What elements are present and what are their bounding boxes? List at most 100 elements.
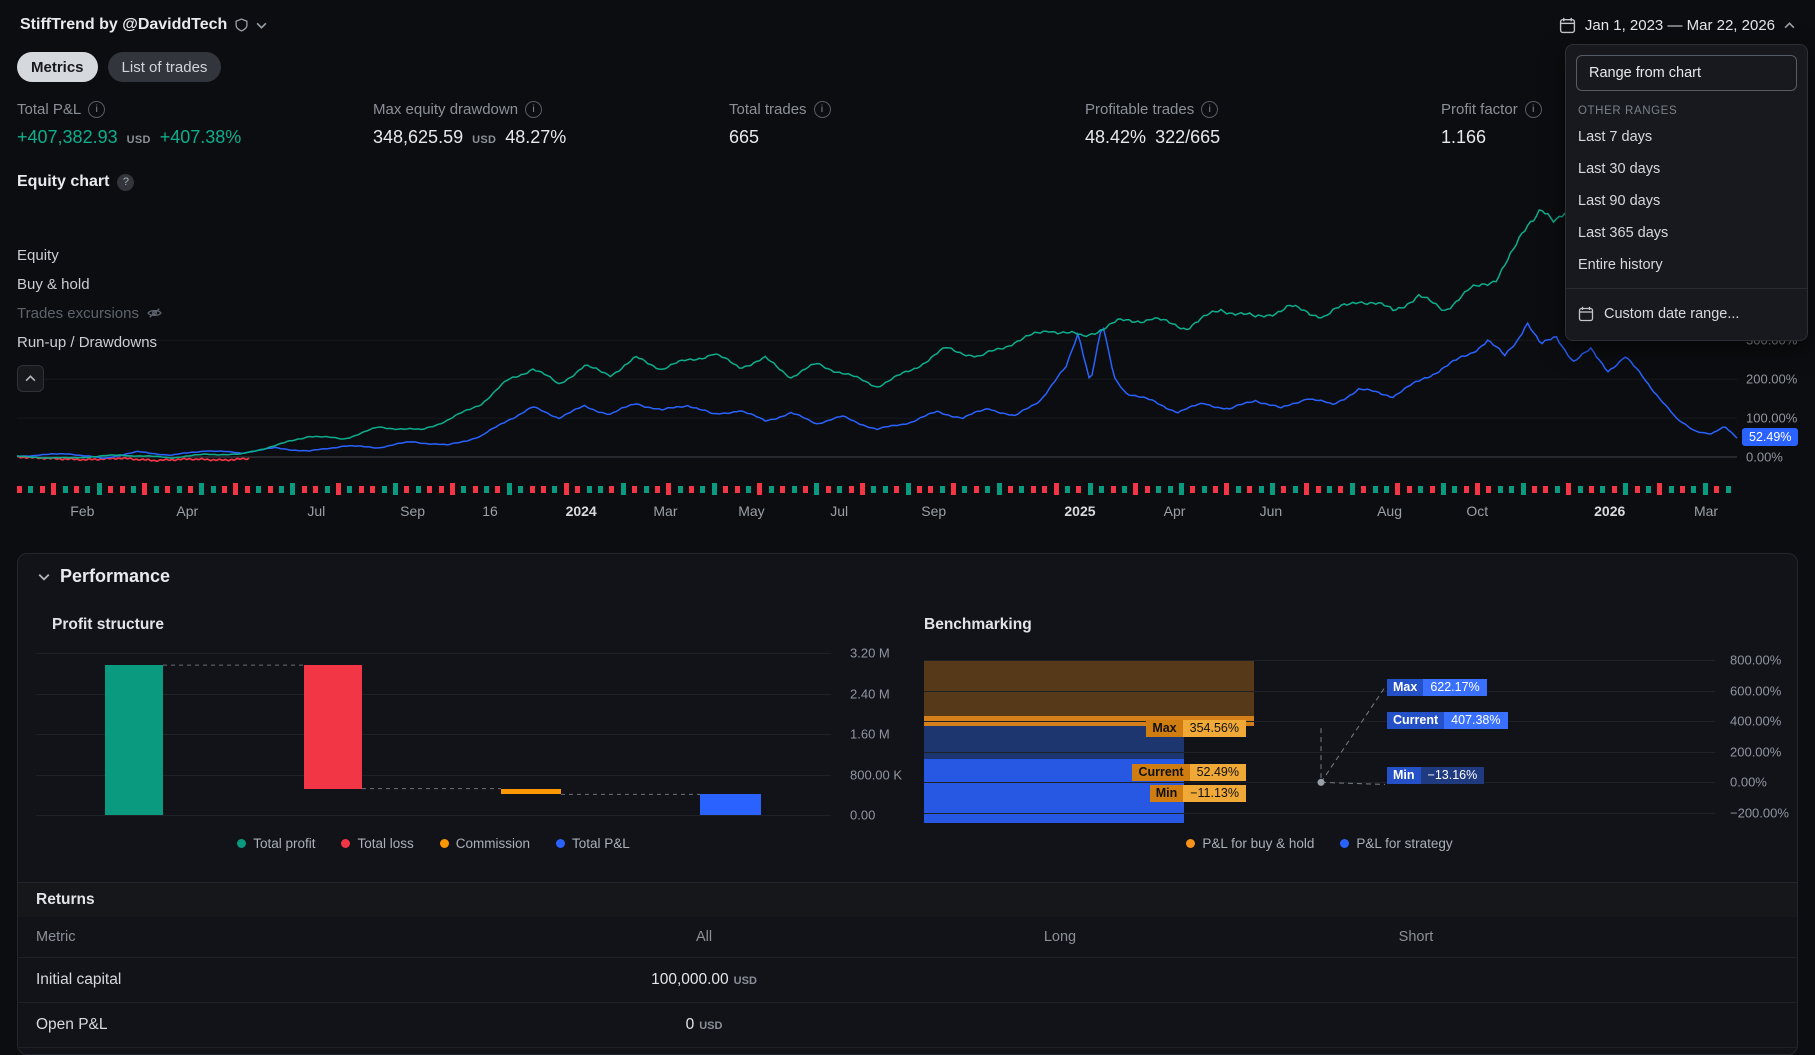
x-axis-label[interactable]: 16 [482,503,498,519]
runup-bar [1270,483,1275,495]
menu-item-last-30-days[interactable]: Last 30 days [1566,153,1807,185]
collapse-legend-button[interactable] [17,365,44,392]
cell-value: 100,000.00 [651,971,729,988]
benchmarking-chart[interactable]: 800.00% 600.00% 400.00% 200.00% 0.00% −200.00… [924,653,1789,823]
column-long: Long [1043,929,1077,945]
runup-bar [1497,485,1503,493]
metric-value: 348,625.59 [373,127,464,147]
runup-bar [859,483,865,495]
runup-bar [1292,485,1298,493]
x-axis-label[interactable]: 2025 [1064,503,1095,519]
info-icon[interactable]: i [813,100,831,118]
runup-bar [609,485,615,493]
runup-bar [279,485,284,493]
y-axis-label: 3.20 M [850,645,890,661]
legend-item[interactable]: Commission [439,836,530,851]
legend-item[interactable]: P&L for buy & hold [1186,836,1314,851]
tab-list-of-trades[interactable]: List of trades [107,52,222,82]
x-axis-label[interactable]: 2026 [1594,503,1625,519]
runup-bar [723,485,729,493]
runup-bar [1110,485,1116,493]
strategy-current-tag: Current 407.38% [1387,712,1508,730]
legend-dot [556,839,566,848]
buy-hold-current-badge: 52.49% [1742,427,1799,446]
x-axis-label[interactable]: Aug [1377,503,1402,519]
metric-profitable-trades: Profitable trades i 48.42% 322/665 [1085,100,1441,149]
runup-bar [233,483,239,495]
info-icon[interactable]: i [1524,100,1542,118]
tab-metrics[interactable]: Metrics [17,52,98,82]
runup-bar [165,485,171,493]
chevron-down-icon[interactable] [256,22,267,29]
runup-bar [187,485,193,493]
menu-item-range-from-chart[interactable]: Range from chart [1576,55,1797,91]
runup-bar [461,485,467,493]
y-axis-label: 0.00% [1746,449,1783,465]
runup-bar [689,485,695,493]
runup-bar [1156,485,1162,493]
performance-title: Performance [60,566,171,586]
menu-item-last-7-days[interactable]: Last 7 days [1566,121,1807,153]
menu-item-last-90-days[interactable]: Last 90 days [1566,185,1807,217]
runup-bar [1543,485,1549,493]
legend-toggle-runup-drawdowns[interactable]: Run-up / Drawdowns [17,332,162,352]
equity-chart-canvas[interactable] [16,193,1738,493]
performance-section-header[interactable]: Performance [38,566,170,587]
runup-bar [108,485,114,493]
x-axis-label[interactable]: Apr [1164,503,1186,519]
x-axis-label[interactable]: Oct [1466,503,1488,519]
x-axis-label[interactable]: Sep [921,503,946,519]
legend-toggle-equity[interactable]: Equity [17,245,162,265]
runup-bar [1281,485,1287,493]
runup-bar [404,485,410,493]
buy-hold-line [16,321,1738,460]
legend-item[interactable]: Total profit [237,836,315,851]
cell-unit: USD [733,975,757,987]
runup-bar [244,485,250,493]
x-axis-label[interactable]: Mar [1694,503,1718,519]
runup-bar [803,485,808,493]
legend-item[interactable]: Total P&L [556,836,630,851]
legend-toggle-trades-excursions[interactable]: Trades excursions [17,303,162,323]
menu-item-entire-history[interactable]: Entire history [1566,249,1807,281]
x-axis-label[interactable]: May [738,503,764,519]
runup-bar [1645,485,1651,493]
x-axis-label[interactable]: Feb [70,503,94,519]
runup-bar [677,485,683,493]
runup-bar [962,485,968,493]
legend-item[interactable]: Total loss [341,836,414,851]
runup-bar [666,483,672,495]
strategy-max-tag: Max 622.17% [1387,679,1487,697]
profit-structure-chart[interactable]: 3.20 M 2.40 M 1.60 M 800.00 K 0.00 [36,646,902,823]
strategy-min-tag: Min −13.16% [1387,767,1485,785]
x-axis-label[interactable]: Mar [653,503,677,519]
info-icon[interactable]: i [1201,100,1219,118]
runup-bar [791,485,797,493]
x-axis-label[interactable]: 2024 [566,503,597,519]
legend-toggle-buy-hold[interactable]: Buy & hold [17,274,162,294]
returns-section: Returns Metric All Long Short Initial ca… [18,882,1797,1048]
runup-bar [1053,483,1059,495]
runup-bar [1691,485,1697,493]
x-axis-label[interactable]: Jun [1260,503,1283,519]
topbar: StiffTrend by @DaviddTech Jan 1, 2023 — … [0,0,1815,50]
runup-bar [1486,485,1492,493]
column-short: Short [1398,929,1434,945]
runup-bar [1121,485,1127,493]
x-axis-label[interactable]: Jul [830,503,848,519]
help-icon[interactable]: ? [117,173,135,191]
x-axis-label[interactable]: Sep [400,503,425,519]
menu-item-last-365-days[interactable]: Last 365 days [1566,217,1807,249]
x-axis-label[interactable]: Apr [176,503,198,519]
info-icon[interactable]: i [525,100,543,118]
date-range-button[interactable]: Jan 1, 2023 — Mar 22, 2026 [1559,17,1795,34]
runup-bar [1133,483,1139,495]
x-axis-label[interactable]: Jul [307,503,325,519]
legend-item[interactable]: P&L for strategy [1340,836,1453,851]
menu-item-custom-date-range[interactable]: Custom date range... [1566,296,1807,332]
runup-bar [1475,483,1480,495]
row-metric-label: Initial capital [36,971,122,988]
runup-bar [1178,483,1184,495]
legend-dot [237,839,247,848]
info-icon[interactable]: i [88,100,106,118]
